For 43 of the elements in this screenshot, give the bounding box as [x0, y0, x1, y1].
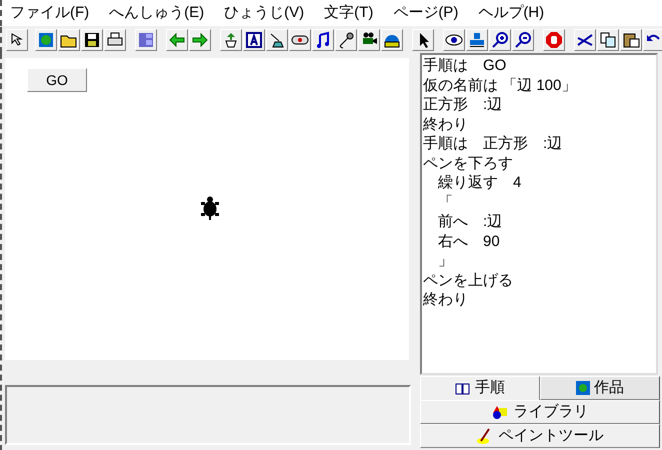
code-line: 手順は GO — [423, 56, 508, 76]
letter-a-icon[interactable] — [245, 31, 263, 49]
zoom-out-icon[interactable] — [514, 31, 532, 49]
menu-item[interactable]: ヘルプ(H) — [478, 2, 544, 24]
menu-item[interactable]: へんしゅう(E) — [109, 2, 204, 24]
code-line: 繰り返す 4 — [437, 173, 522, 192]
book-icon — [455, 382, 471, 396]
tab[interactable]: 手順 — [420, 376, 540, 400]
code-line: 終わり — [423, 114, 469, 134]
code-line: 前へ :辺 — [437, 212, 504, 232]
code-line: 手順は 正方形 :辺 — [423, 134, 564, 154]
zoom-in-icon[interactable] — [491, 31, 509, 49]
code-line: 仮の名前は 「辺 100」 — [423, 76, 578, 95]
menu-item[interactable]: ページ(P) — [393, 2, 458, 24]
code-line: 正方形 :辺 — [423, 95, 504, 114]
code-line: 「 — [437, 192, 454, 212]
turtle-icon — [199, 196, 221, 220]
stop-hand-icon[interactable] — [545, 31, 563, 49]
code-line: ペンを上げる — [423, 270, 514, 290]
globe-icon — [576, 381, 590, 395]
panel-button[interactable]: ペイントツール — [420, 424, 660, 448]
code-line: 」 — [437, 251, 454, 270]
go-button[interactable]: GO — [27, 68, 87, 92]
code-line: 終わり — [423, 290, 469, 310]
shapes-icon — [492, 405, 508, 419]
menu-item[interactable]: ひょうじ(V) — [224, 2, 304, 24]
right-arrow-icon[interactable] — [191, 31, 209, 49]
tab[interactable]: 作品 — [540, 376, 660, 400]
stamp-icon[interactable] — [468, 31, 486, 49]
paintbrush-icon — [476, 428, 492, 444]
procedure-editor[interactable]: 手順は GO 仮の名前は 「辺 100」 正方形 :辺 終わり 手順は 正方形 :辺 ペンを下ろす 繰り返す 4 「 前へ :辺 右へ 90 」 ペンを上げる 終わり — [420, 53, 658, 375]
clipboard-icon[interactable] — [622, 31, 640, 49]
panel-button[interactable]: ライブラリ — [420, 400, 660, 424]
music-note-icon[interactable] — [314, 31, 332, 49]
menu-item[interactable]: 文字(T) — [324, 2, 374, 24]
code-line: 右へ 90 — [437, 232, 501, 251]
copy-icon[interactable] — [599, 31, 617, 49]
panels-icon[interactable] — [137, 31, 155, 49]
globe-icon[interactable] — [37, 31, 55, 49]
left-arrow-icon[interactable] — [168, 31, 186, 49]
code-line: ペンを下ろす — [423, 154, 514, 173]
menu-item[interactable]: ファイル(F) — [10, 2, 90, 24]
microphone-icon[interactable] — [337, 31, 355, 49]
